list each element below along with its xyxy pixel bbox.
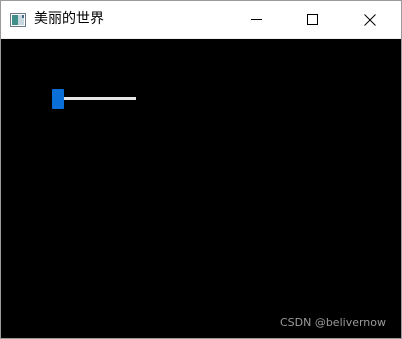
slider-track[interactable] — [56, 97, 136, 100]
close-button[interactable] — [347, 1, 393, 38]
title-bar[interactable]: 美丽的世界 — [1, 1, 401, 39]
app-window-icon — [10, 12, 26, 27]
maximize-button[interactable] — [289, 1, 335, 38]
render-canvas[interactable]: CSDN @belivernow — [1, 39, 401, 338]
maximize-icon — [306, 14, 318, 25]
app-window: 美丽的世界 CSDN @belivernow — [0, 0, 402, 339]
minimize-button[interactable] — [233, 1, 279, 38]
minimize-icon — [250, 14, 262, 25]
window-title: 美丽的世界 — [34, 11, 104, 27]
close-icon — [364, 13, 376, 26]
slider-thumb[interactable] — [52, 89, 64, 109]
watermark-text: CSDN @belivernow — [279, 316, 386, 329]
